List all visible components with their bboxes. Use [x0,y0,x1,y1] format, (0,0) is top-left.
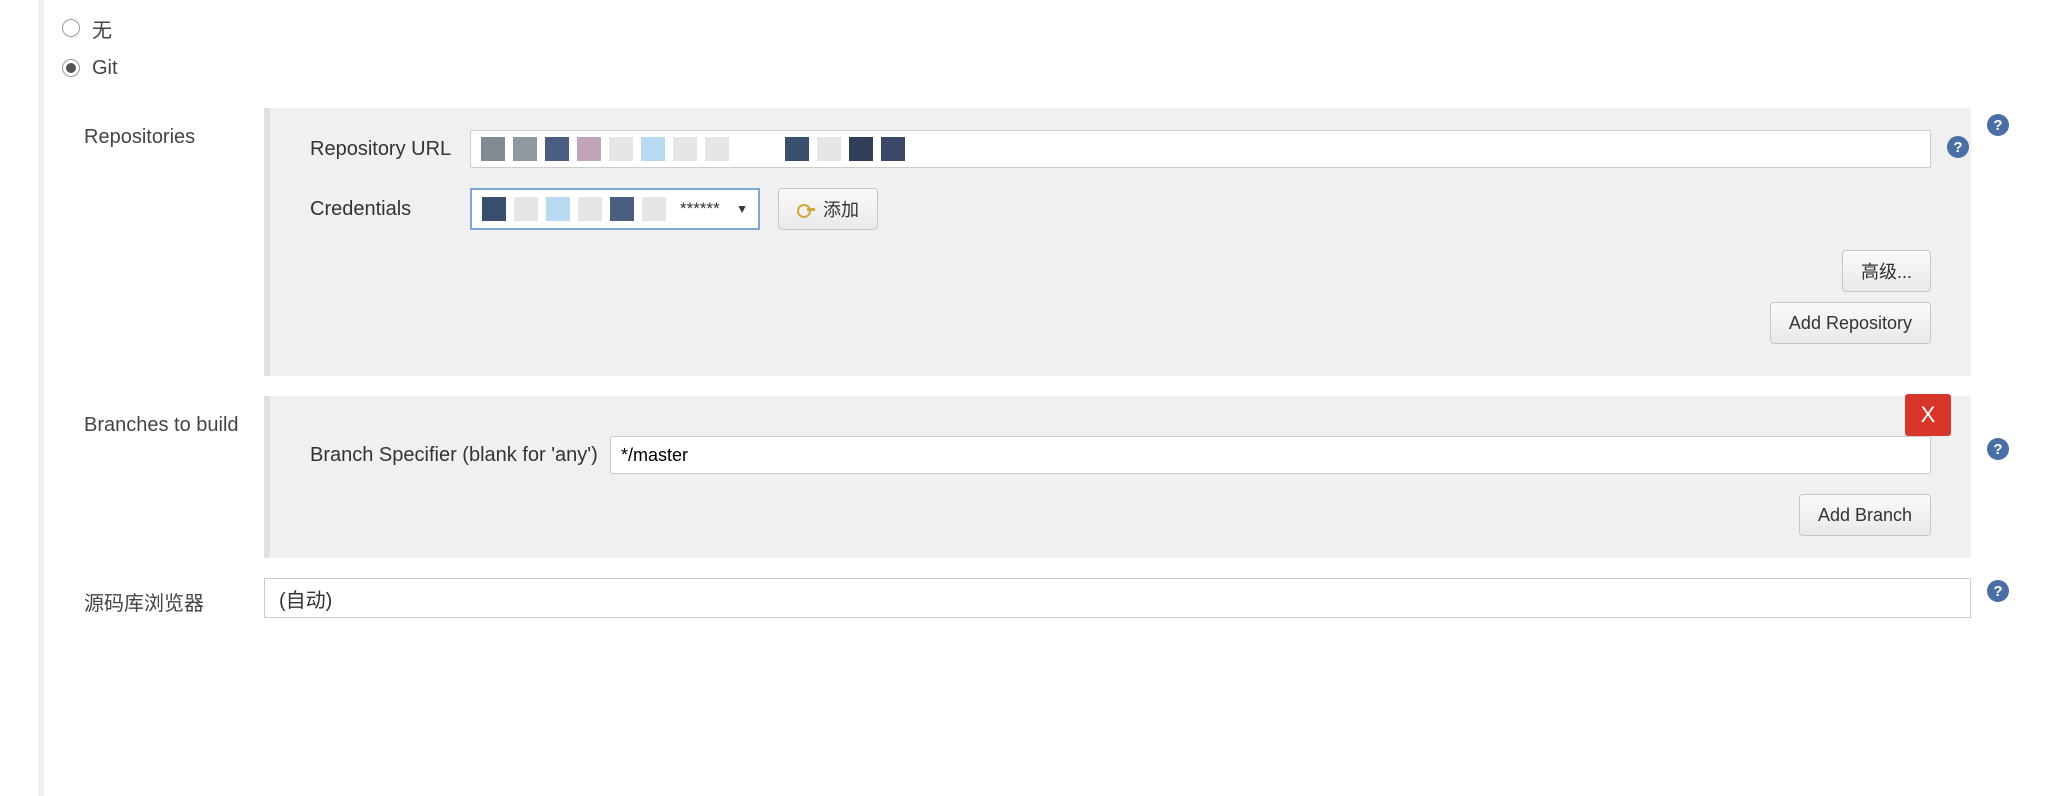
scm-option-none[interactable]: 无 [62,8,2031,48]
radio-icon [62,19,80,37]
repo-url-row: Repository URL ? [310,130,1931,168]
scm-option-git-label: Git [92,57,118,80]
repo-url-label: Repository URL [310,138,470,161]
page-root: 无 Git Repositories ? Repository URL [0,0,2046,796]
credentials-row: Credentials ****** ▼ [310,188,1931,230]
help-icon[interactable]: ? [1947,136,1969,158]
advanced-button[interactable]: 高级... [1842,250,1931,292]
repositories-body: ? Repository URL ? Credentials [264,108,1971,376]
key-icon [797,202,815,216]
help-icon[interactable]: ? [1987,580,2009,602]
branch-specifier-input[interactable] [610,436,1931,474]
repositories-label: Repositories [44,108,264,376]
repo-browser-label: 源码库浏览器 [44,581,264,616]
branches-section: Branches to build X ? Branch Specifier (… [44,396,2031,558]
add-repository-button[interactable]: Add Repository [1770,302,1931,344]
credentials-value: ****** [680,199,720,219]
add-repo-row: Add Repository [310,302,1931,344]
repositories-section: Repositories ? Repository URL ? [44,108,2031,376]
branches-body: X ? Branch Specifier (blank for 'any') A… [264,396,1971,558]
help-icon[interactable]: ? [1987,438,2009,460]
form-panel: 无 Git Repositories ? Repository URL [38,0,2031,796]
redacted-content [482,197,666,221]
repo-browser-select[interactable]: (自动) [264,578,1971,618]
credentials-label: Credentials [310,198,470,221]
add-branch-row: Add Branch [310,494,1931,536]
advanced-button-label: 高级... [1861,258,1912,284]
advanced-row: 高级... [310,250,1931,292]
help-icon[interactable]: ? [1987,114,2009,136]
scm-option-none-label: 无 [92,14,112,43]
branch-specifier-label: Branch Specifier (blank for 'any') [310,444,610,467]
add-branch-label: Add Branch [1818,505,1912,526]
scm-radio-group: 无 Git [44,8,2031,88]
radio-icon-selected [62,59,80,77]
add-branch-button[interactable]: Add Branch [1799,494,1931,536]
add-credentials-label: 添加 [823,196,859,222]
add-credentials-button[interactable]: 添加 [778,188,878,230]
add-repository-label: Add Repository [1789,313,1912,334]
credentials-select[interactable]: ****** ▼ [470,188,760,230]
delete-branch-button[interactable]: X [1905,394,1951,436]
repo-browser-value: (自动) [279,584,332,613]
repo-browser-row: 源码库浏览器 (自动) ? [44,578,2031,618]
branches-label: Branches to build [44,396,264,558]
scm-option-git[interactable]: Git [62,48,2031,88]
branch-specifier-row: Branch Specifier (blank for 'any') [310,436,1931,474]
repo-url-input[interactable] [470,130,1931,168]
redacted-content [481,137,905,161]
chevron-down-icon: ▼ [736,202,748,216]
